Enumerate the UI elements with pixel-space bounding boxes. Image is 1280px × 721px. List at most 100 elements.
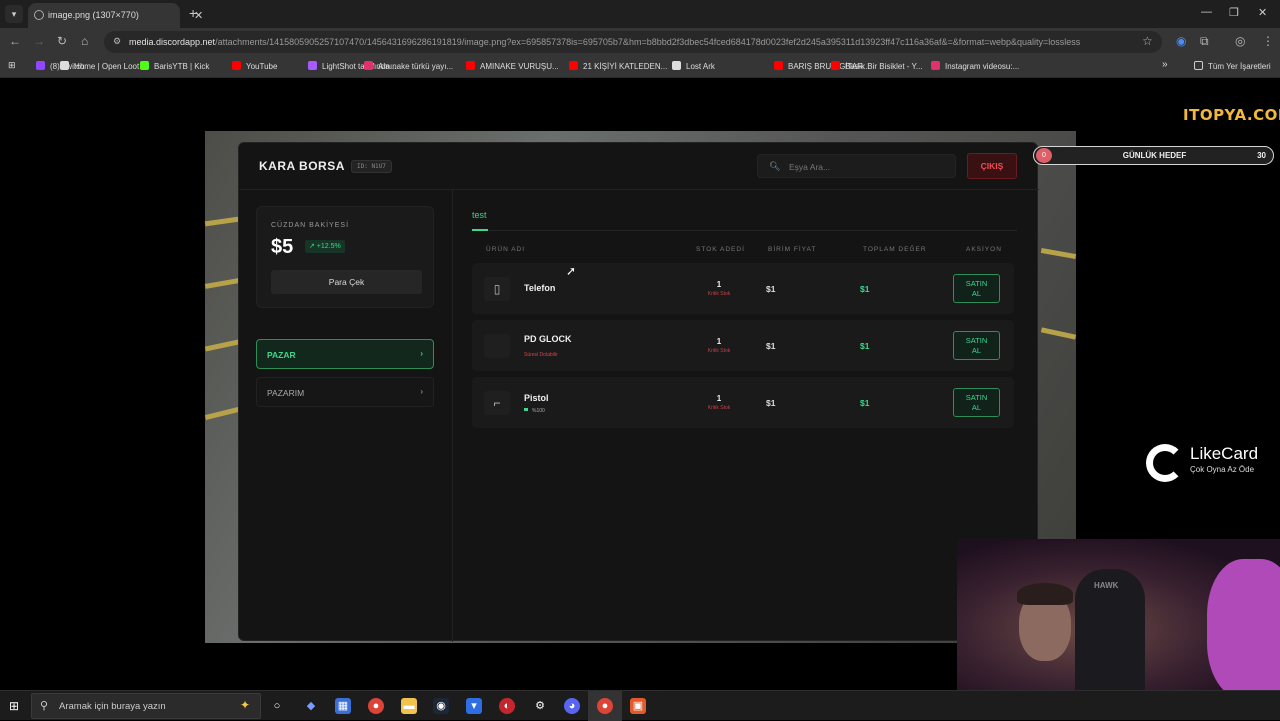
all-bookmarks[interactable]: Tüm Yer İşaretleri (1194, 61, 1271, 71)
product-row: ⌐ Pistol %100 1 Kritik Stok $1 $1 SATIN A… (472, 377, 1014, 428)
sidebar-divider (452, 190, 453, 642)
bookmark-label: BarisYTB | Kick (154, 62, 210, 71)
nav-item-label: PAZARIM (267, 388, 305, 398)
chrome-icon[interactable]: ● (368, 698, 384, 714)
bookmark-label: Home | Open Loot (74, 62, 140, 71)
bookmark-favicon-icon (308, 61, 317, 70)
bookmark-item[interactable]: Lost Ark (672, 61, 715, 71)
daily-goal-label: GÜNLÜK HEDEF (1122, 151, 1187, 160)
bookmark-label: Basık Bir Bisiklet - Y... (845, 62, 923, 71)
extension-icon[interactable]: ◉ (1176, 34, 1186, 48)
app-icon[interactable]: ◐ (499, 698, 515, 714)
product-unit-price: $1 (766, 284, 776, 294)
item-search-input[interactable]: 🔍︎ Eşya Ara... (757, 154, 956, 178)
url-path: /attachments/1415805905257107470/1456431… (215, 37, 1081, 47)
bookmark-item[interactable]: Instagram videosu:... (931, 61, 1019, 71)
bookmarks-bar: ⊞ (8) Twitch Home | Open Loot BarisYTB | K… (0, 56, 1280, 78)
back-icon[interactable]: ← (9, 34, 21, 48)
product-total-value: $1 (860, 284, 870, 294)
extensions-puzzle-icon[interactable]: ⧉ (1200, 34, 1209, 49)
column-header-total-value: TOPLAM DEĞER (863, 246, 927, 253)
buy-button[interactable]: SATIN AL (953, 388, 1000, 417)
durability-bar (524, 408, 528, 411)
product-row: ▯ Telefon 1 Kritik Stok $1 $1 SATIN AL (472, 263, 1014, 314)
bookmark-favicon-icon (140, 61, 149, 70)
app-icon[interactable]: ▾ (466, 698, 482, 714)
bookmark-label: 21 KİŞİYİ KATLEDEN... (583, 62, 668, 71)
bookmark-item[interactable]: YouTube (232, 61, 277, 71)
bookmark-item[interactable]: Amınake türkü yayı... (364, 61, 453, 71)
profile-icon[interactable]: ◎ (1235, 34, 1245, 48)
forward-icon[interactable]: → (33, 34, 45, 48)
buy-button[interactable]: SATIN AL (953, 274, 1000, 303)
bookmark-favicon-icon (774, 61, 783, 70)
buy-button[interactable]: SATIN AL (953, 331, 1000, 360)
product-stock: 1 (716, 280, 722, 289)
store-icon[interactable]: ▦ (335, 698, 351, 714)
home-icon[interactable]: ⌂ (81, 34, 88, 48)
bookmark-item[interactable]: BarisYTB | Kick (140, 61, 209, 71)
site-info-icon[interactable]: ⚙ (113, 36, 121, 47)
search-icon: ⚲ (40, 700, 49, 712)
apps-grid-icon[interactable]: ⊞ (8, 60, 16, 71)
bookmark-item[interactable]: AMINAKE VURUŞU... (466, 61, 559, 71)
bookmark-favicon-icon (831, 61, 840, 70)
url-host: media.discordapp.net (129, 37, 216, 47)
steam-icon[interactable]: ◉ (433, 698, 449, 714)
column-header-product: ÜRÜN ADI (486, 246, 526, 253)
bookmark-favicon-icon (36, 61, 45, 70)
itopya-logo: ITOPYA.COM (1183, 106, 1280, 124)
bookmark-label: AMINAKE VURUŞU... (480, 62, 559, 71)
settings-icon[interactable]: ⚙ (532, 698, 548, 714)
minimize-button[interactable]: — (1201, 6, 1212, 18)
app-icon[interactable]: ▣ (630, 698, 646, 714)
tab-search-button[interactable]: ▾ (5, 5, 23, 23)
chrome-icon[interactable]: ● (597, 698, 613, 714)
wallet-label: CÜZDAN BAKİYESİ (271, 222, 350, 229)
product-row: PD GLOCK Süresi Dolabilir 1 Kritik Stok … (472, 320, 1014, 371)
bookmark-favicon-icon (931, 61, 940, 70)
bookmark-item[interactable]: Basık Bir Bisiklet - Y... (831, 61, 923, 71)
exit-button[interactable]: ÇIKIŞ (967, 153, 1017, 179)
taskbar-search-input[interactable]: ⚲ Aramak için buraya yazın ✦ (31, 693, 261, 719)
discord-icon[interactable]: ◕ (564, 698, 580, 714)
bookmark-item[interactable]: 21 KİŞİYİ KATLEDEN... (569, 61, 667, 71)
product-unit-price: $1 (766, 398, 776, 408)
address-bar[interactable]: ⚙ media.discordapp.net/attachments/14158… (104, 31, 1162, 53)
browser-tab[interactable]: image.png (1307×770) ✕ (28, 3, 203, 28)
withdraw-button[interactable]: Para Çek (271, 270, 422, 294)
header-divider (239, 189, 1039, 190)
likecard-tagline: Çok Oyna Az Öde (1190, 465, 1255, 474)
nav-item-pazarim[interactable]: PAZARIM › (256, 377, 434, 407)
windows-start-icon[interactable]: ⊞ (9, 699, 19, 713)
bookmark-favicon-icon (569, 61, 578, 70)
reload-icon[interactable]: ↻ (57, 34, 67, 48)
more-bookmarks-icon[interactable]: » (1162, 59, 1168, 70)
close-window-button[interactable]: ✕ (1258, 6, 1267, 19)
page-viewport: KARA BORSA ID: N1U7 🔍︎ Eşya Ara... ÇIKIŞ… (0, 79, 1280, 690)
bookmark-item[interactable]: Home | Open Loot (60, 61, 139, 71)
product-name: Pistol (524, 393, 549, 403)
nav-item-pazar[interactable]: PAZAR › (256, 339, 434, 369)
product-durability: %100 (524, 408, 545, 414)
menu-dots-icon[interactable]: ⋮ (1262, 34, 1274, 48)
product-stock-label: Kritik Stok (707, 348, 731, 354)
file-explorer-icon[interactable]: ▬ (401, 698, 417, 714)
likecard-name: LikeCard (1190, 444, 1259, 463)
streamer-webcam: HAWK (957, 539, 1280, 690)
wallet-card: CÜZDAN BAKİYESİ $5 ↗ +12.5% Para Çek (256, 206, 434, 308)
windows-taskbar: ⊞ ⚲ Aramak için buraya yazın ✦ ○ ◆ ▦ ● ▬… (0, 690, 1280, 721)
app-icon[interactable]: ◆ (303, 698, 319, 714)
market-title: KARA BORSA (259, 159, 345, 173)
column-header-action: AKSİYON (966, 246, 1002, 253)
product-stock-label: Kritik Stok (707, 405, 731, 411)
browser-toolbar: ← → ↻ ⌂ ⚙ media.discordapp.net/attachmen… (0, 28, 1280, 56)
product-name: Telefon (524, 283, 556, 293)
new-tab-button[interactable]: + (189, 5, 197, 21)
bookmark-star-icon[interactable]: ☆ (1142, 34, 1153, 48)
bookmark-favicon-icon (60, 61, 69, 70)
task-view-icon[interactable]: ○ (269, 698, 285, 714)
maximize-button[interactable]: ❐ (1229, 6, 1239, 19)
category-tab-test[interactable]: test (472, 210, 487, 220)
category-tab-indicator (472, 229, 488, 231)
